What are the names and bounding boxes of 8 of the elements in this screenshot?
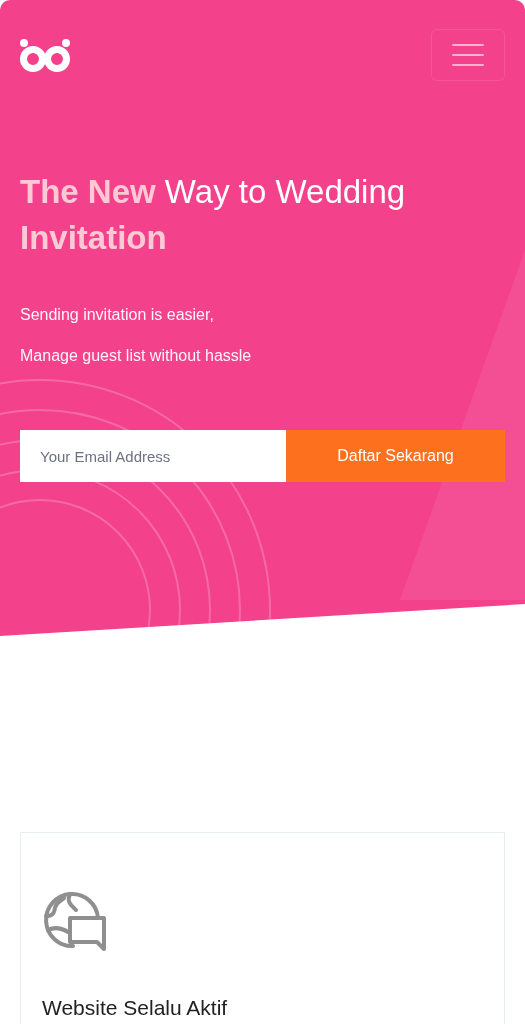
hero-subtitle: Manage guest list without hassle: [20, 346, 253, 366]
signup-button[interactable]: Daftar Sekarang: [286, 430, 505, 482]
email-field[interactable]: Your Email Address: [20, 430, 286, 482]
hero-subtitle: Sending invitation is easier,: [20, 305, 215, 325]
menu-button[interactable]: [431, 29, 505, 81]
feature-title: Website Selalu Aktif: [42, 995, 229, 1021]
hero-heading: The New Way to Wedding Invitation: [20, 172, 407, 258]
logo-icon[interactable]: [20, 39, 70, 73]
